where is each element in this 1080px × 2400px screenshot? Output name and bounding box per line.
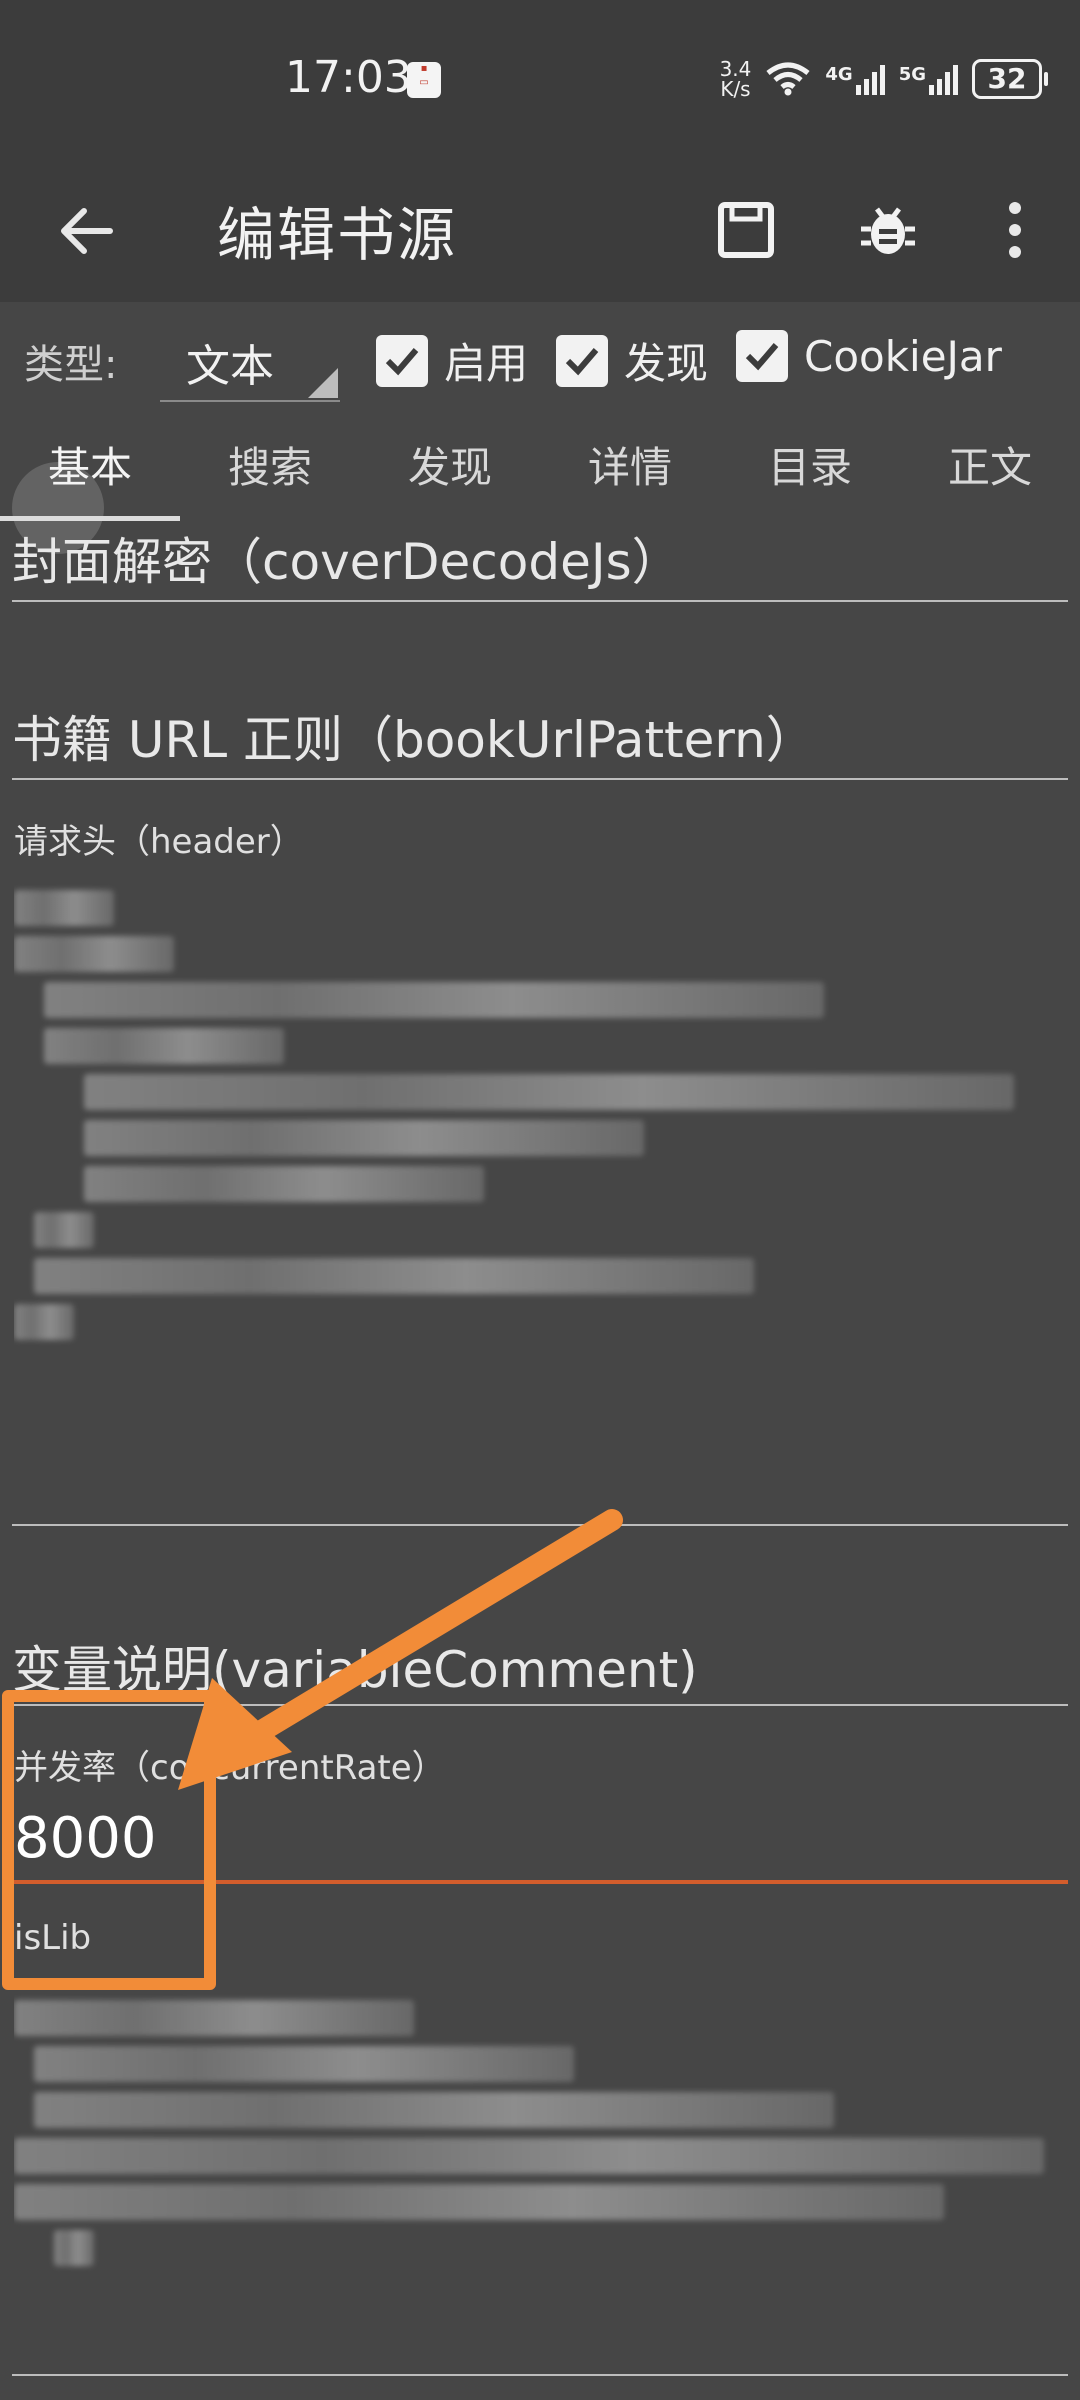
annotation-arrow-icon — [178, 1509, 623, 1790]
